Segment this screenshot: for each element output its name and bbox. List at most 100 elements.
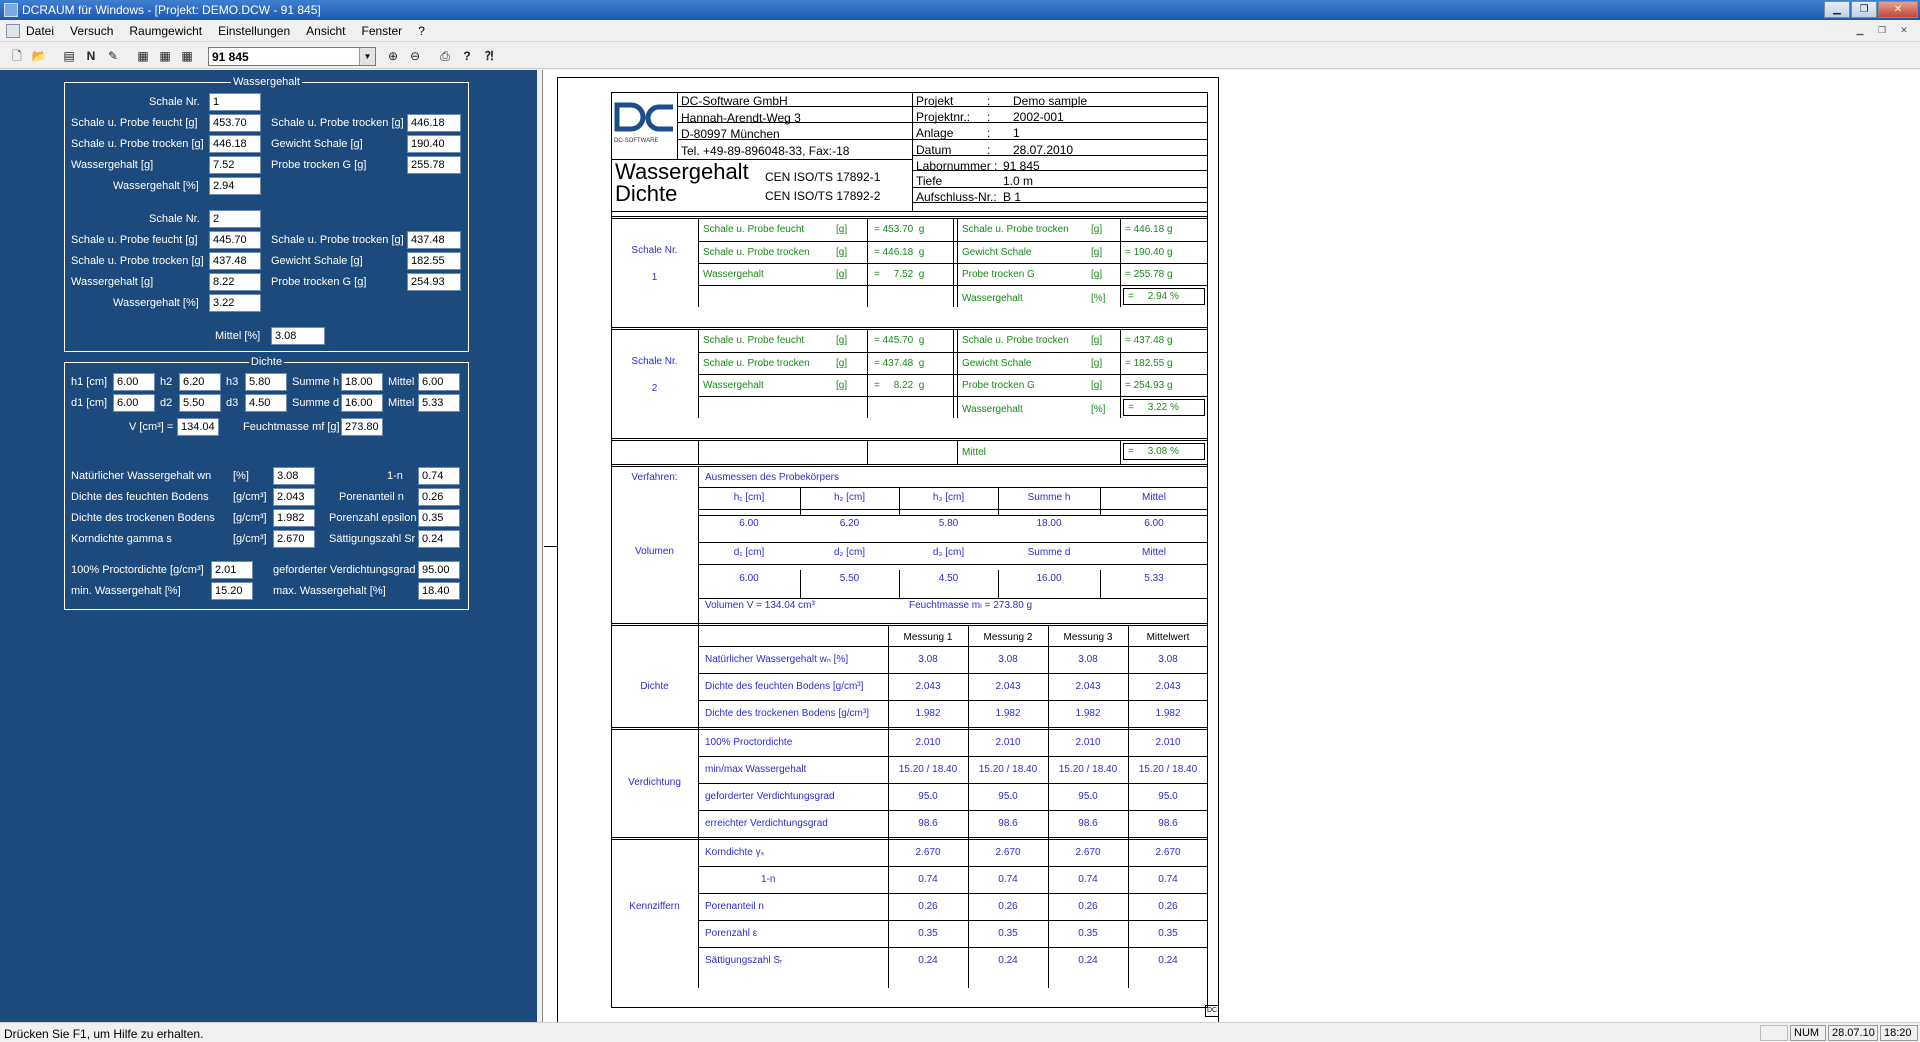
mittel-top2 [611,440,1208,441]
document-icon[interactable] [6,24,20,38]
mittel-v3 [957,440,958,464]
n-icon[interactable]: N [82,47,100,65]
min-wg-field[interactable]: 15.20 [211,582,253,600]
mdi-restore-button[interactable]: ❐ [1874,23,1890,37]
ford-verdichtung-field[interactable]: 95.00 [418,561,460,579]
schale-1-right-label-1: Gewicht Schale [962,247,1032,258]
label-feucht-1: Schale u. Probe feucht [g] [71,117,198,129]
feucht-field-2[interactable]: 445.70 [209,231,261,249]
volumen-text: Volumen V = 134.04 cm³ [705,600,815,611]
trocken-r-field-2[interactable]: 437.48 [407,231,461,249]
schale-1-right-unit-1: [g] [1091,247,1103,258]
rho-f-field[interactable]: 2.043 [273,488,315,506]
verd-row-label-1: min/max Wassergehalt [705,764,807,775]
probe-g-field-1[interactable]: 255.78 [407,156,461,174]
d2-field[interactable]: 5.50 [179,394,221,412]
context-help-icon[interactable]: ⁈ [480,47,498,65]
zoom-in-icon[interactable]: ⊕ [384,47,402,65]
zoom-out-icon[interactable]: ⊖ [406,47,424,65]
open-folder-icon[interactable]: 📂 [30,47,48,65]
chevron-down-icon[interactable]: ▼ [359,48,375,65]
menu-versuch[interactable]: Versuch [70,24,113,38]
wg-pct-field-2[interactable]: 3.22 [209,294,261,312]
h3-field[interactable]: 5.80 [245,373,287,391]
max-wg-field[interactable]: 18.40 [418,582,460,600]
verd-row-3-val-3: 98.6 [1158,818,1178,829]
grid-icon-1[interactable]: ▦ [134,47,152,65]
verd-row-label-2: geforderter Verdichtungsgrad [705,791,835,802]
volumen-label: Volumen [635,546,674,557]
summe-h-field[interactable]: 18.00 [341,373,383,391]
app-icon[interactable] [4,3,18,17]
wg-g-field-2[interactable]: 8.22 [209,273,261,291]
korndichte-field[interactable]: 2.670 [273,530,315,548]
schale-nr-field-2[interactable]: 2 [209,210,261,228]
vol-row2-2: 4.50 [938,573,959,584]
company-line-1: Hannah-Arendt-Weg 3 [681,110,801,125]
mittel-d-field[interactable]: 5.33 [418,394,460,412]
menu-raumgewicht[interactable]: Raumgewicht [129,24,202,38]
lab-number-combo[interactable]: 91 845 ▼ [208,47,376,66]
dichte-row-2-val-3: 1.982 [1155,708,1181,719]
mittel-field[interactable]: 3.08 [271,327,325,345]
dichte-row-0-val-2: 3.08 [1078,654,1098,665]
kenn-rule-1 [698,866,1208,867]
schale-1-v3 [953,218,954,307]
probe-g-field-2[interactable]: 254.93 [407,273,461,291]
mittel-h-field[interactable]: 6.00 [418,373,460,391]
maximize-button[interactable]: ❐ [1851,1,1877,18]
gewicht-field-1[interactable]: 190.40 [407,135,461,153]
volume-field[interactable]: 134.04 [177,418,219,436]
vol-row1-1: 6.20 [839,518,860,529]
schale-1-left-unit-1: [g] [836,247,848,258]
trocken-r-field-1[interactable]: 446.18 [407,114,461,132]
porenzahl-field[interactable]: 0.35 [418,509,460,527]
menu-help[interactable]: ? [418,24,425,38]
list-icon[interactable]: ▤ [60,47,78,65]
wg-pct-field-1[interactable]: 2.94 [209,177,261,195]
d1-field[interactable]: 6.00 [113,394,155,412]
label-wg-pct-2: Wassergehalt [%] [113,297,199,309]
pencil-icon[interactable]: ✎ [104,47,122,65]
frame-top [611,92,1208,93]
h2-field[interactable]: 6.20 [179,373,221,391]
summe-d-field[interactable]: 16.00 [341,394,383,412]
gewicht-field-2[interactable]: 182.55 [407,252,461,270]
menu-einstellungen[interactable]: Einstellungen [218,24,290,38]
menu-fenster[interactable]: Fenster [362,24,403,38]
minimize-button[interactable]: ▁ [1824,1,1850,18]
one-minus-n-field[interactable]: 0.74 [418,467,460,485]
verd-row-3-val-2: 98.6 [1078,818,1098,829]
trocken-field-1[interactable]: 446.18 [209,135,261,153]
meta-value-6: B 1 [1003,190,1022,204]
schale-nr-field-1[interactable]: 1 [209,93,261,111]
vol-rule-0 [698,487,1208,488]
rho-t-field[interactable]: 1.982 [273,509,315,527]
mdi-close-button[interactable]: ✕ [1896,23,1912,37]
help-icon[interactable]: ? [458,47,476,65]
grid-icon-2[interactable]: ▦ [156,47,174,65]
korndichte-label: Korndichte gamma s [71,533,172,545]
vol-row1-0: 6.00 [739,518,759,529]
saettigung-field[interactable]: 0.24 [418,530,460,548]
wn-field[interactable]: 3.08 [273,467,315,485]
wg-g-field-1[interactable]: 7.52 [209,156,261,174]
meta-rule-5 [912,187,1208,188]
print-icon[interactable]: ⎙ [436,47,454,65]
d3-field[interactable]: 4.50 [245,394,287,412]
close-button[interactable]: ✕ [1878,1,1918,18]
schale-2-label: Schale Nr. [631,356,678,367]
menu-ansicht[interactable]: Ansicht [306,24,345,38]
trocken-field-2[interactable]: 437.48 [209,252,261,270]
logo-subtitle: DC-SOFTWARE [614,138,659,144]
mdi-minimize-button[interactable]: ▁ [1852,23,1868,37]
proctor-field[interactable]: 2.01 [211,561,253,579]
feucht-field-1[interactable]: 453.70 [209,114,261,132]
new-file-icon[interactable]: 🗋 [8,47,26,65]
porenanteil-field[interactable]: 0.26 [418,488,460,506]
feuchtmasse-field[interactable]: 273.80 [341,418,383,436]
grid-icon-3[interactable]: ▦ [178,47,196,65]
feuchtmasse-label: Feuchtmasse mf [g] [243,421,340,433]
menu-datei[interactable]: Datei [26,24,54,38]
h1-field[interactable]: 6.00 [113,373,155,391]
